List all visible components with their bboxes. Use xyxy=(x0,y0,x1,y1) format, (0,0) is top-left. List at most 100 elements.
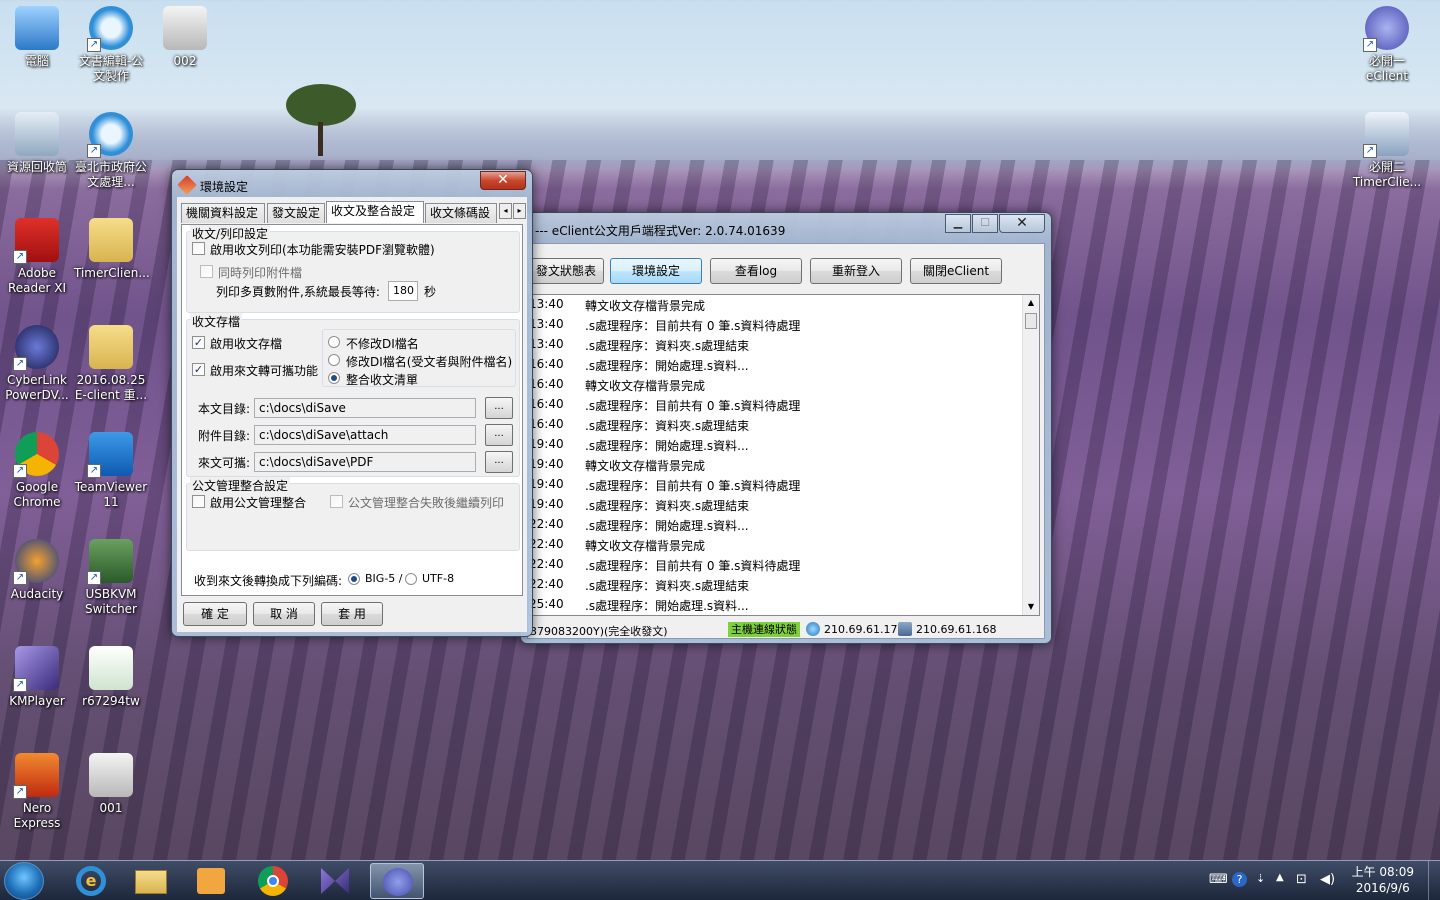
body-dir-browse-button[interactable]: ... xyxy=(485,397,513,419)
desktop-icon[interactable]: ↗ USBKVM Switcher xyxy=(74,539,148,617)
desktop-icon[interactable]: ↗ Nero Express xyxy=(0,753,74,831)
eclient-icon xyxy=(383,868,413,896)
scroll-up-icon[interactable]: ▲ xyxy=(1023,295,1039,311)
keyboard-icon[interactable]: ⌨ xyxy=(1209,872,1228,887)
body-dir-field[interactable]: c:\docs\diSave xyxy=(254,398,476,418)
network-icon[interactable]: ⊡ xyxy=(1296,872,1307,887)
desktop-icon[interactable]: ↗ 臺北市政府公文處理... xyxy=(74,112,148,190)
integrate-fallback-checkbox[interactable] xyxy=(330,495,343,508)
taskbar-media[interactable] xyxy=(184,863,238,899)
settings-close-button[interactable]: ✕ xyxy=(480,171,526,190)
desktop-icon[interactable]: ↗ 文書編輯-公文製作 xyxy=(74,6,148,84)
tab-scroll-left-icon[interactable]: ◂ xyxy=(499,203,512,219)
desktop-icon[interactable]: 電腦 xyxy=(0,6,74,69)
taskbar-chrome[interactable] xyxy=(246,863,300,899)
desktop-icon[interactable]: 2016.08.25 E-client 重... xyxy=(74,325,148,403)
show-hidden-icons-icon[interactable]: ▲ xyxy=(1276,872,1284,883)
radio-big5[interactable] xyxy=(348,573,360,585)
attach-dir-browse-button[interactable]: ... xyxy=(485,424,513,446)
media-player-icon xyxy=(197,868,225,894)
wait-seconds-input[interactable]: 180 xyxy=(388,281,418,301)
settings-button[interactable]: 環境設定 xyxy=(610,258,702,284)
desktop-icon[interactable]: ↗ 必開二 TimerClie... xyxy=(1350,112,1424,190)
ime-icon[interactable]: ⇣ xyxy=(1256,872,1265,885)
tab-agency[interactable]: 機關資料設定 xyxy=(181,203,265,223)
cancel-button[interactable]: 取 消 xyxy=(253,602,315,626)
taskbar-kmplayer[interactable] xyxy=(308,863,362,899)
tab-barcode[interactable]: 收文條碼設 xyxy=(425,203,497,223)
desktop-icon[interactable]: TimerClien... xyxy=(74,218,150,281)
desktop-icon[interactable]: ↗ CyberLink PowerDV... xyxy=(0,325,74,403)
enable-store-checkbox[interactable]: ✓ xyxy=(192,336,205,349)
tree-trunk xyxy=(318,122,323,156)
scroll-thumb[interactable] xyxy=(1025,313,1037,329)
maximize-button[interactable]: ☐ xyxy=(972,214,998,233)
desktop-icon[interactable]: r67294tw xyxy=(74,646,148,709)
kmplayer-icon xyxy=(321,868,349,894)
recycle-bin-icon xyxy=(15,112,59,156)
tab-scroll-right-icon[interactable]: ▸ xyxy=(513,203,526,219)
desktop-icon[interactable]: ↗ Google Chrome xyxy=(0,432,74,510)
desktop-icon[interactable]: 資源回收筒 xyxy=(0,112,74,175)
clock[interactable]: 上午 08:09 2016/9/6 xyxy=(1352,864,1414,896)
portable-dir-field[interactable]: c:\docs\diSave\PDF xyxy=(254,452,476,472)
radio-integrate-list[interactable] xyxy=(328,372,340,384)
portable-dir-browse-button[interactable]: ... xyxy=(485,451,513,473)
desktop-icon[interactable]: ↗ KMPlayer xyxy=(0,646,74,709)
folder-icon xyxy=(89,325,133,369)
eclient-close-button[interactable]: ✕ xyxy=(999,214,1045,233)
settings-dialog[interactable]: 環境設定 ✕ 機關資料設定 發文設定 收文及整合設定 收文條碼設 ◂ ▸ 收文/… xyxy=(171,169,533,637)
settings-label: 環境設定 xyxy=(631,264,680,278)
desktop-icon[interactable]: ↗ TeamViewer 11 xyxy=(74,432,148,510)
desktop-icon-label: Audacity xyxy=(10,587,64,601)
print-attach-checkbox[interactable] xyxy=(200,265,213,278)
log-message: .s處理程序：開始處理.s資料... xyxy=(585,519,749,533)
taskbar-ie[interactable]: e xyxy=(64,863,118,899)
enable-print-checkbox[interactable] xyxy=(192,242,205,255)
enable-integrate-checkbox[interactable] xyxy=(192,495,205,508)
view-log-button[interactable]: 查看log xyxy=(710,258,802,284)
show-desktop-button[interactable] xyxy=(1428,861,1440,900)
radio-rename[interactable] xyxy=(328,354,340,366)
close-eclient-button[interactable]: 關閉eClient xyxy=(910,258,1002,284)
log-list[interactable]: 13:40 轉文收文存檔背景完成 13:40 .s處理程序：目前共有 0 筆.s資料待… xyxy=(528,294,1040,616)
desktop-icon[interactable]: ↗ Audacity xyxy=(0,539,74,602)
radio-no-rename-label: 不修改DI檔名 xyxy=(346,337,419,351)
taskbar-explorer[interactable] xyxy=(124,863,178,899)
desktop-icon[interactable]: ↗ Adobe Reader XI xyxy=(0,218,74,296)
log-message: .s處理程序：開始處理.s資料... xyxy=(585,359,749,373)
apply-button[interactable]: 套 用 xyxy=(321,602,383,626)
radio-integrate-list-label: 整合收文清單 xyxy=(346,373,419,387)
ip-primary: 210.69.61.172 xyxy=(824,623,905,636)
radio-no-rename[interactable] xyxy=(328,336,340,348)
attach-dir-field[interactable]: c:\docs\diSave\attach xyxy=(254,425,476,445)
log-message: 轉文收文存檔背景完成 xyxy=(585,459,706,473)
settings-titlebar[interactable]: 環境設定 ✕ xyxy=(172,170,532,198)
eclient-window[interactable]: --- eClient公文用戶端程式Ver: 2.0.74.01639 ▁ ☐ … xyxy=(520,212,1052,644)
radio-utf8[interactable] xyxy=(405,573,417,585)
status-id: 379083200Y)(完全收發文) xyxy=(530,625,668,638)
desktop-icon[interactable]: 002 xyxy=(148,6,222,69)
desktop-icon[interactable]: 001 xyxy=(74,753,148,816)
shortcut-arrow-icon: ↗ xyxy=(1363,38,1377,52)
settings-title: 環境設定 xyxy=(200,180,249,194)
tab-send[interactable]: 發文設定 xyxy=(267,203,325,223)
eclient-titlebar[interactable]: --- eClient公文用戶端程式Ver: 2.0.74.01639 ▁ ☐ … xyxy=(521,213,1051,241)
start-button[interactable] xyxy=(4,862,44,900)
send-status-button[interactable]: 發文狀態表 xyxy=(528,258,604,284)
relogin-button[interactable]: 重新登入 xyxy=(810,258,902,284)
ok-button[interactable]: 確 定 xyxy=(183,602,247,626)
log-message: .s處理程序：資料夾.s處理結束 xyxy=(585,579,750,593)
tab-receive-integrate[interactable]: 收文及整合設定 xyxy=(326,201,424,223)
minimize-button[interactable]: ▁ xyxy=(945,214,971,233)
taskbar-eclient[interactable] xyxy=(370,863,424,899)
audacity-icon: ↗ xyxy=(13,539,59,585)
help-icon[interactable]: ? xyxy=(1232,872,1247,887)
folder-browse-icon: ... xyxy=(494,401,504,412)
scroll-down-icon[interactable]: ▼ xyxy=(1023,599,1039,615)
volume-icon[interactable]: ◀) xyxy=(1320,872,1335,887)
log-scrollbar[interactable]: ▲ ▼ xyxy=(1022,295,1039,615)
enable-portable-checkbox[interactable]: ✓ xyxy=(192,363,205,376)
desktop-icon[interactable]: ↗ 必開一 eClient xyxy=(1350,6,1424,84)
desktop-icon-label: 必開二 TimerClie... xyxy=(1352,160,1422,189)
